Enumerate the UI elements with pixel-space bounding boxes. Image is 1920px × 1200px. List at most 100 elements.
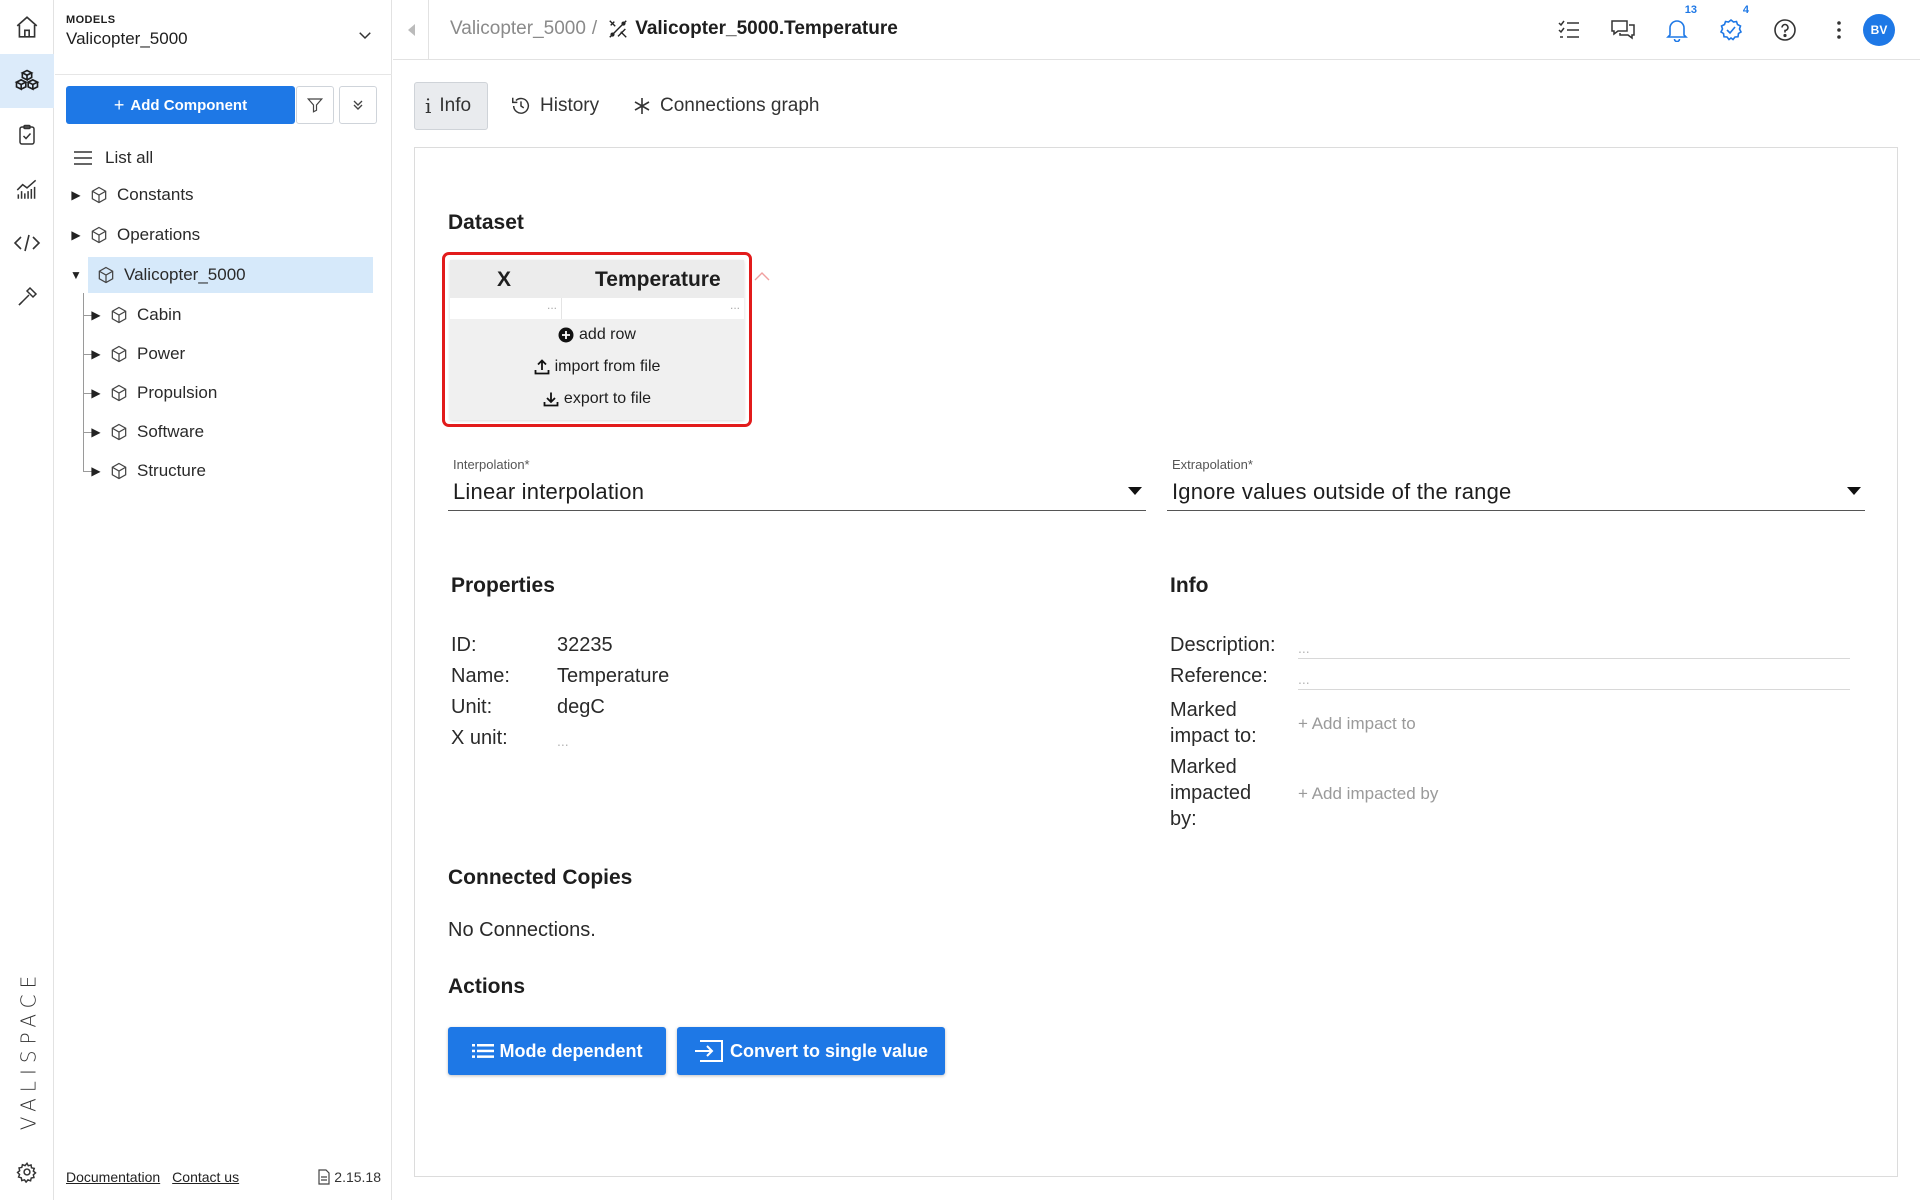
breadcrumb-separator: / (591, 18, 598, 39)
tree-item-structure[interactable]: ▶ Structure (89, 453, 374, 489)
list-icon (74, 151, 92, 165)
add-impact-to-link[interactable]: + Add impact to (1298, 714, 1416, 734)
tree-item-valicopter[interactable]: Valicopter_5000 (88, 257, 373, 293)
gear-icon[interactable] (0, 1145, 54, 1199)
description-underline (1298, 658, 1850, 659)
more-vertical-icon[interactable] (1823, 14, 1855, 46)
documentation-link[interactable]: Documentation (66, 1169, 160, 1185)
filter-button[interactable] (296, 86, 334, 124)
reference-underline (1298, 689, 1850, 690)
x-cell[interactable]: ... (450, 298, 562, 319)
model-selector[interactable]: MODELS Valicopter_5000 (66, 14, 376, 58)
tree-item-cabin[interactable]: ▶ Cabin (89, 297, 374, 333)
dataset-header: X Temperature (450, 260, 744, 298)
mode-dependent-button[interactable]: Mode dependent (448, 1027, 666, 1075)
home-icon[interactable] (0, 0, 54, 54)
collapse-up-icon[interactable] (754, 271, 770, 281)
tree-item-software[interactable]: ▶ Software (89, 414, 374, 450)
tree-item-label: Propulsion (137, 383, 218, 402)
tree-item-constants[interactable]: ▶ Constants (69, 177, 374, 213)
impacted-by-label-line: Marked (1170, 756, 1237, 778)
tree-connector (83, 293, 84, 471)
double-chevron-down-icon (353, 100, 363, 110)
tree-list-all[interactable]: List all (73, 140, 373, 176)
help-icon[interactable] (1769, 14, 1801, 46)
extrapolation-label: Extrapolation* (1172, 457, 1253, 472)
tab-connections-graph[interactable]: Connections graph (622, 82, 830, 130)
notifications-icon[interactable]: 13 (1661, 4, 1697, 46)
unit-value[interactable]: degC (557, 696, 605, 719)
cube-icon (111, 306, 127, 324)
tab-label: Connections graph (660, 95, 820, 116)
properties-title: Properties (451, 574, 555, 597)
add-component-button[interactable]: + Add Component (66, 86, 295, 124)
tree-item-power[interactable]: ▶ Power (89, 336, 374, 372)
caret-right-icon[interactable]: ▶ (89, 425, 103, 439)
caret-right-icon[interactable]: ▶ (89, 386, 103, 400)
collapse-sidebar-button[interactable] (393, 0, 429, 60)
tree-item-propulsion[interactable]: ▶ Propulsion (89, 375, 374, 411)
model-name: Valicopter_5000 (66, 29, 188, 48)
caret-right-icon[interactable]: ▶ (89, 347, 103, 361)
code-icon[interactable] (0, 216, 54, 270)
breadcrumb-parent[interactable]: Valicopter_5000 (450, 18, 586, 40)
convert-to-single-value-button[interactable]: Convert to single value (677, 1027, 945, 1075)
caret-right-icon[interactable]: ▶ (89, 464, 103, 478)
add-row-label: add row (579, 326, 636, 343)
export-to-file-button[interactable]: export to file (450, 390, 744, 408)
mode-dependent-label: Mode dependent (499, 1040, 643, 1061)
cube-icon (91, 186, 107, 204)
impacted-by-label-line: impacted (1170, 782, 1252, 804)
tree-item-label: Constants (117, 185, 194, 204)
description-value[interactable]: ... (1298, 640, 1310, 656)
tree-item-label: Software (137, 422, 205, 441)
tree-item-label: Power (137, 344, 186, 363)
chat-icon[interactable] (1607, 14, 1639, 46)
checklist-icon[interactable] (1553, 14, 1585, 46)
tools-icon[interactable] (0, 270, 54, 324)
id-value: 32235 (557, 634, 613, 656)
cube-icon (111, 345, 127, 363)
info-icon: i (425, 94, 432, 118)
dataset-title: Dataset (448, 211, 524, 234)
tasks-icon[interactable]: 4 (1715, 4, 1749, 46)
extrapolation-select[interactable]: Extrapolation* Ignore values outside of … (1167, 451, 1865, 511)
reference-value[interactable]: ... (1298, 671, 1310, 687)
name-value[interactable]: Temperature (557, 665, 669, 688)
column-x-header[interactable]: X (497, 268, 511, 292)
value-cell[interactable]: ... (563, 298, 744, 319)
interpolation-value: Linear interpolation (453, 479, 645, 504)
models-label: MODELS (66, 14, 116, 26)
actions-title: Actions (448, 975, 526, 998)
expand-all-button[interactable] (339, 86, 377, 124)
extrapolation-value: Ignore values outside of the range (1172, 479, 1512, 504)
tab-info[interactable]: i Info (414, 82, 488, 130)
description-label: Description: (1170, 634, 1276, 656)
analysis-icon[interactable] (0, 162, 54, 216)
components-icon[interactable] (0, 54, 54, 108)
add-impacted-by-link[interactable]: + Add impacted by (1298, 784, 1438, 804)
impact-to-label: Marked impact to: (1170, 697, 1257, 749)
tree-item-operations[interactable]: ▶ Operations (69, 217, 374, 253)
tab-history[interactable]: History (500, 82, 609, 130)
x-unit-label: X unit: (451, 727, 508, 749)
tree-item-label: List all (105, 148, 154, 167)
avatar[interactable]: BV (1863, 14, 1895, 46)
impact-to-label-line: impact to: (1170, 725, 1257, 747)
import-label: import from file (554, 358, 661, 375)
tasks-badge: 4 (1742, 4, 1749, 16)
caret-right-icon[interactable]: ▶ (89, 308, 103, 322)
dataset-icon (609, 20, 627, 38)
requirements-icon[interactable] (0, 108, 54, 162)
interpolation-select[interactable]: Interpolation* Linear interpolation (448, 451, 1146, 511)
caret-right-icon[interactable]: ▶ (69, 188, 83, 202)
x-unit-value[interactable]: ... (557, 733, 569, 749)
import-from-file-button[interactable]: import from file (450, 358, 744, 376)
column-temperature-header[interactable]: Temperature (595, 268, 721, 292)
caret-right-icon[interactable]: ▶ (69, 228, 83, 242)
add-row-button[interactable]: add row (450, 326, 744, 344)
contact-link[interactable]: Contact us (172, 1169, 239, 1185)
caret-left-icon (407, 24, 415, 36)
caret-down-icon[interactable]: ▼ (69, 268, 83, 282)
cube-icon (111, 384, 127, 402)
